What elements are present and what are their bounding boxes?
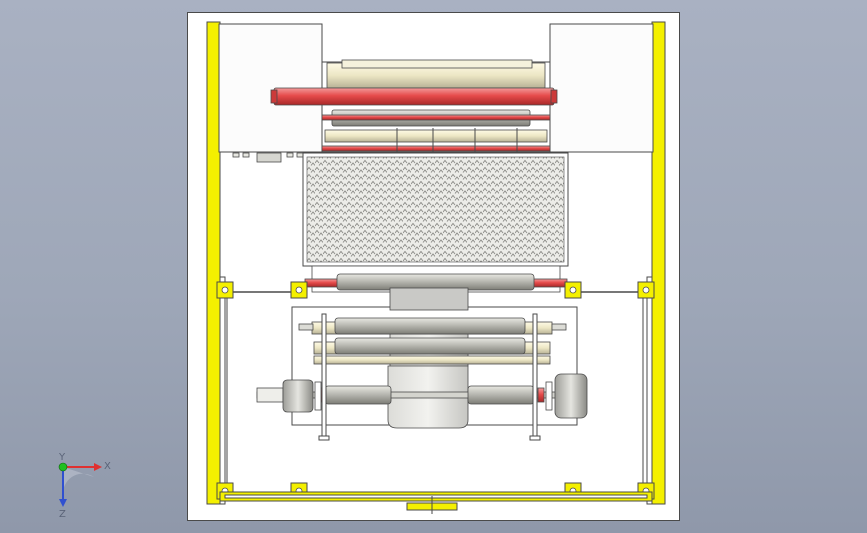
graphics-viewport[interactable]: X Y Z [0, 0, 867, 533]
bracket [242, 152, 250, 158]
lower-leg-foot [318, 435, 330, 441]
y-axis-label: Y [58, 452, 66, 463]
z-axis-label: Z [59, 509, 66, 520]
left-post-inner-line [219, 276, 226, 505]
bracket-block [256, 152, 282, 163]
base-inner-rail [224, 494, 648, 499]
left-motor[interactable] [282, 379, 314, 413]
perforated-mesh-panel[interactable] [302, 152, 569, 267]
top-red-roller-left-cap [270, 89, 278, 104]
lower-leg-foot [529, 435, 541, 441]
bolt [295, 286, 303, 294]
right-red-collar[interactable] [537, 387, 545, 403]
unwind-gray-roller-right[interactable] [467, 385, 535, 405]
lower-leg [532, 313, 538, 441]
top-red-roller[interactable] [273, 87, 555, 106]
y-axis-point [58, 462, 68, 472]
bracket [286, 152, 294, 158]
top-right-cabinet[interactable] [549, 23, 654, 153]
bolt [569, 286, 577, 294]
x-axis-label: X [104, 461, 111, 472]
bracket [296, 152, 304, 158]
cad-model-view[interactable] [187, 12, 680, 521]
bolt [642, 286, 650, 294]
right-motor[interactable] [554, 373, 588, 419]
right-post-inner-line [646, 276, 653, 505]
x-axis-arrowhead [94, 463, 102, 471]
left-shaft-support [314, 381, 322, 411]
left-shaft-end [256, 387, 284, 403]
upper-beige-roller[interactable] [324, 129, 548, 143]
lower-leg [321, 313, 327, 441]
unwind-gray-roller-left[interactable] [324, 385, 392, 405]
lower-gray-roller-1[interactable] [334, 317, 526, 335]
z-axis-arrowhead [59, 499, 67, 507]
top-red-roller-right-cap [550, 89, 558, 104]
upper-red-base-strip[interactable] [321, 145, 551, 152]
right-yellow-post[interactable] [651, 21, 666, 505]
orientation-triad[interactable]: X Y Z [44, 452, 124, 520]
lower-roller-shaft-left [298, 323, 314, 331]
top-cream-roller-core [341, 59, 533, 69]
left-yellow-post[interactable] [206, 21, 221, 505]
mesh-panel-fill[interactable] [306, 156, 565, 263]
bolt [221, 286, 229, 294]
lower-gray-roller-2[interactable] [334, 337, 526, 355]
film-upper-section[interactable] [389, 287, 469, 311]
lower-cream-roller-3[interactable] [313, 355, 551, 365]
bracket [232, 152, 240, 158]
upper-red-strip[interactable] [321, 114, 551, 121]
lower-roller-shaft-right [551, 323, 567, 331]
right-shaft-support [545, 381, 553, 411]
triad-shadow-arc [63, 467, 94, 492]
